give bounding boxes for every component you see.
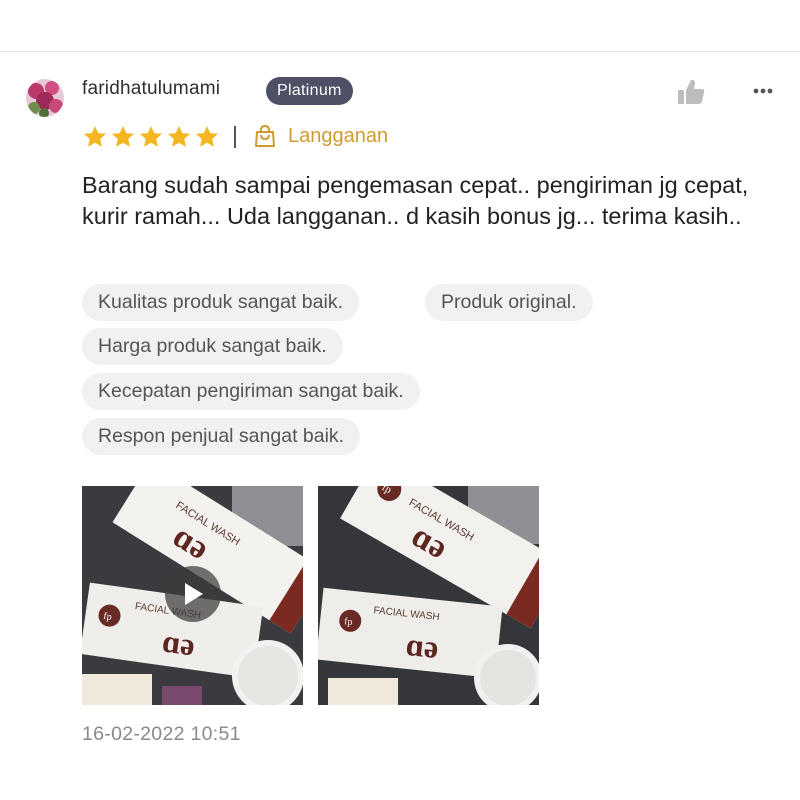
top-divider	[0, 51, 800, 52]
svg-text:ɑə: ɑə	[404, 626, 440, 665]
shopping-bag-icon	[253, 124, 277, 148]
star-icon	[83, 125, 107, 147]
star-rating	[82, 124, 220, 150]
rating-divider	[234, 126, 236, 148]
svg-text:fp: fp	[103, 611, 113, 623]
platinum-badge: Platinum	[266, 77, 353, 105]
star-icon	[139, 125, 163, 147]
subscription-label: Langganan	[288, 125, 389, 147]
play-icon[interactable]	[165, 566, 221, 622]
svg-text:fp: fp	[344, 616, 353, 628]
review-photo-thumbnail[interactable]: fp FACIAL WASH ɑə fp FACIAL WASH ɑə	[318, 486, 539, 705]
star-icon	[111, 125, 135, 147]
thumbs-up-icon[interactable]	[676, 78, 706, 106]
review-text: Barang sudah sampai pengemasan cepat.. p…	[82, 172, 749, 229]
reviewer-username[interactable]: faridhatulumami	[82, 78, 220, 100]
avatar[interactable]	[26, 79, 64, 117]
review-timestamp: 16-02-2022 10:51	[82, 723, 241, 745]
star-icon	[167, 125, 191, 147]
tag-shipping-speed[interactable]: Kecepatan pengiriman sangat baik.	[82, 373, 420, 410]
review-video-thumbnail[interactable]: FACIAL WASH ɑə fp FACIAL WASH ɑə	[82, 486, 303, 705]
tag-original-product[interactable]: Produk original.	[425, 284, 593, 321]
tag-product-price[interactable]: Harga produk sangat baik.	[82, 328, 343, 365]
svg-text:ɑə: ɑə	[160, 622, 197, 662]
tag-product-quality[interactable]: Kualitas produk sangat baik.	[82, 284, 359, 321]
tag-seller-response[interactable]: Respon penjual sangat baik.	[82, 418, 361, 455]
more-options-icon[interactable]	[748, 80, 778, 102]
star-icon	[195, 125, 219, 147]
